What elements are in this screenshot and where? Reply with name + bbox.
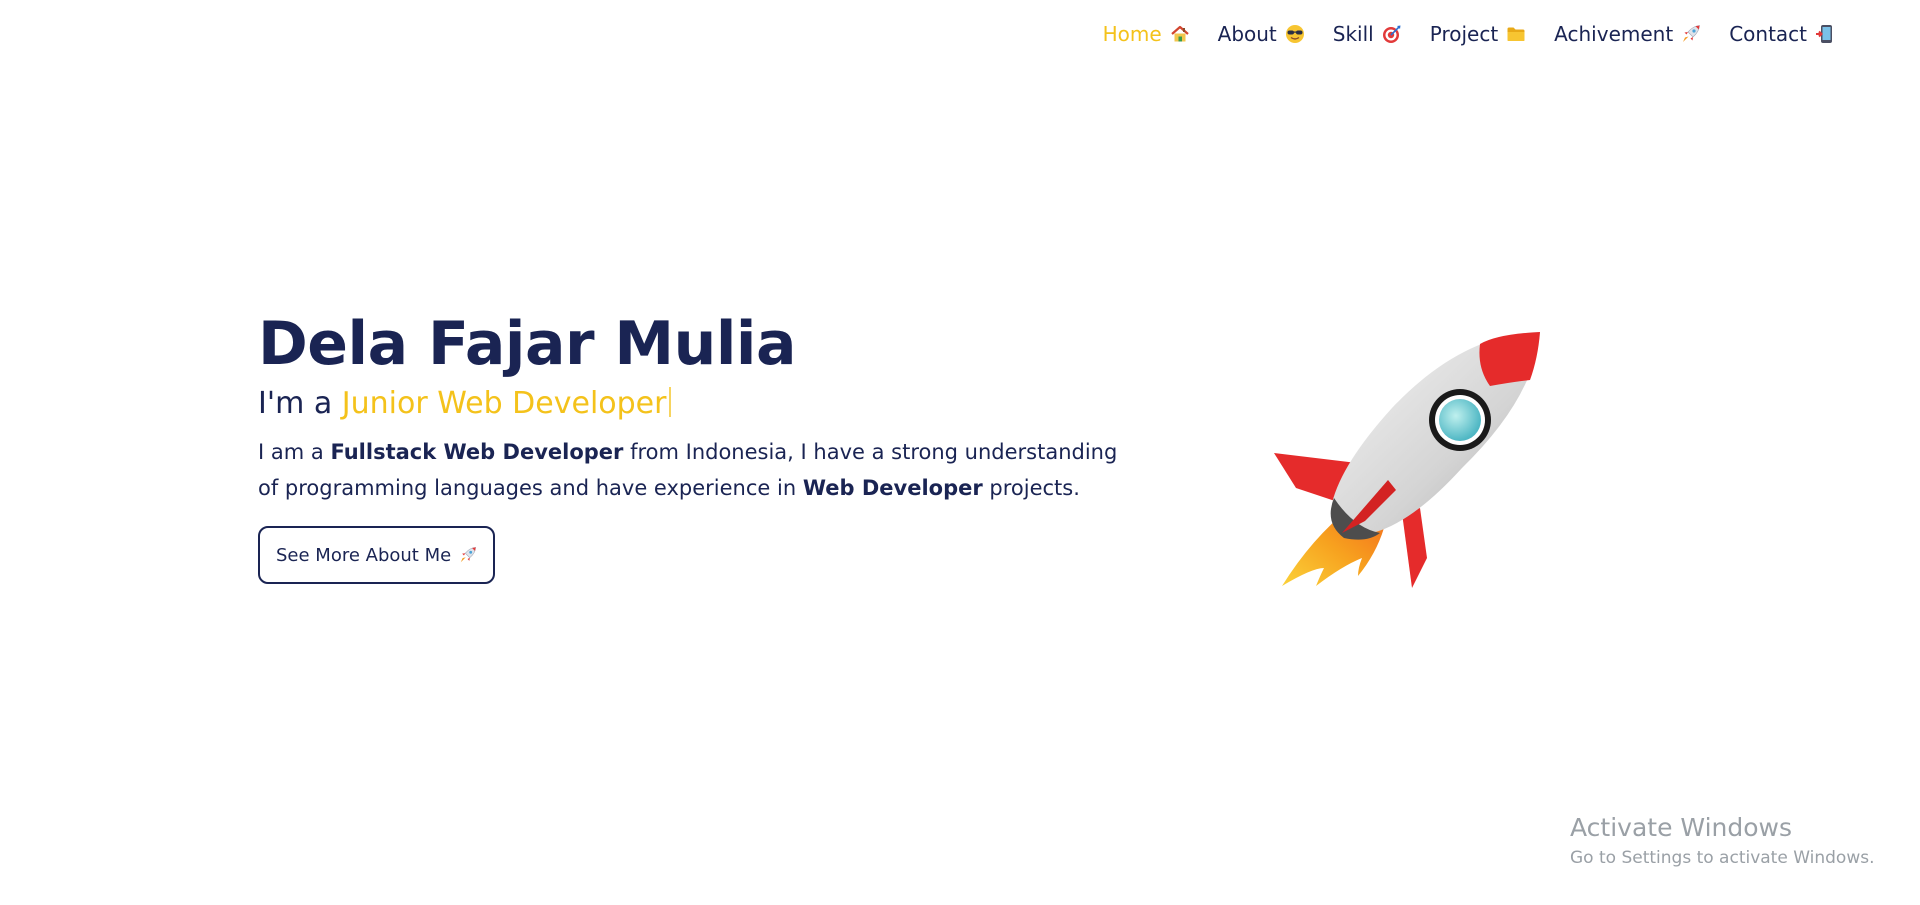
cta-label: See More About Me [276, 544, 452, 566]
nav-item-contact[interactable]: Contact [1729, 22, 1835, 46]
top-nav: Home About Skill Project Achivement Cont… [1103, 22, 1835, 46]
nav-item-skill[interactable]: Skill [1333, 22, 1402, 46]
watermark-title: Activate Windows [1570, 813, 1792, 842]
see-more-about-me-button[interactable]: See More About Me [258, 526, 496, 584]
nav-item-achivement[interactable]: Achivement [1554, 22, 1701, 46]
nav-item-label: About [1217, 22, 1277, 46]
nav-item-label: Project [1429, 22, 1499, 46]
nav-item-label: Home [1102, 22, 1162, 46]
hero-role: I'm a Junior Web Developer [258, 382, 1118, 426]
page: Home About Skill Project Achivement Cont… [0, 0, 1920, 905]
nav-item-home[interactable]: Home [1103, 22, 1190, 46]
mobile-phone-icon [1815, 24, 1835, 44]
desc-text: projects. [989, 476, 1080, 500]
house-icon [1170, 24, 1190, 44]
hero-description: I am a Fullstack Web Developer from Indo… [258, 434, 1118, 506]
nav-item-label: Skill [1332, 22, 1374, 46]
nav-item-label: Achivement [1554, 22, 1674, 46]
nav-item-label: Contact [1729, 22, 1807, 46]
hero-name: Dela Fajar Mulia [258, 309, 796, 379]
desc-text: I am a [258, 440, 324, 464]
nav-item-project[interactable]: Project [1430, 22, 1526, 46]
typing-caret [669, 387, 672, 417]
desc-highlight: Web Developer [802, 476, 983, 500]
activate-windows-watermark: Activate Windows Go to Settings to activ… [1570, 812, 1875, 870]
role-prefix: I'm a [258, 386, 333, 421]
desc-highlight: Fullstack Web Developer [330, 440, 624, 464]
watermark-subtitle: Go to Settings to activate Windows. [1570, 848, 1875, 868]
rocket-illustration [1272, 328, 1542, 594]
nav-item-about[interactable]: About [1218, 22, 1305, 46]
sunglasses-face-icon [1285, 24, 1305, 44]
target-icon [1382, 24, 1402, 44]
rocket-icon [459, 546, 477, 564]
folder-icon [1506, 24, 1526, 44]
hero-section: Dela Fajar Mulia I'm a Junior Web Develo… [258, 308, 1118, 584]
role-typed-text: Junior Web Developer [341, 386, 667, 421]
rocket-icon [1681, 24, 1701, 44]
